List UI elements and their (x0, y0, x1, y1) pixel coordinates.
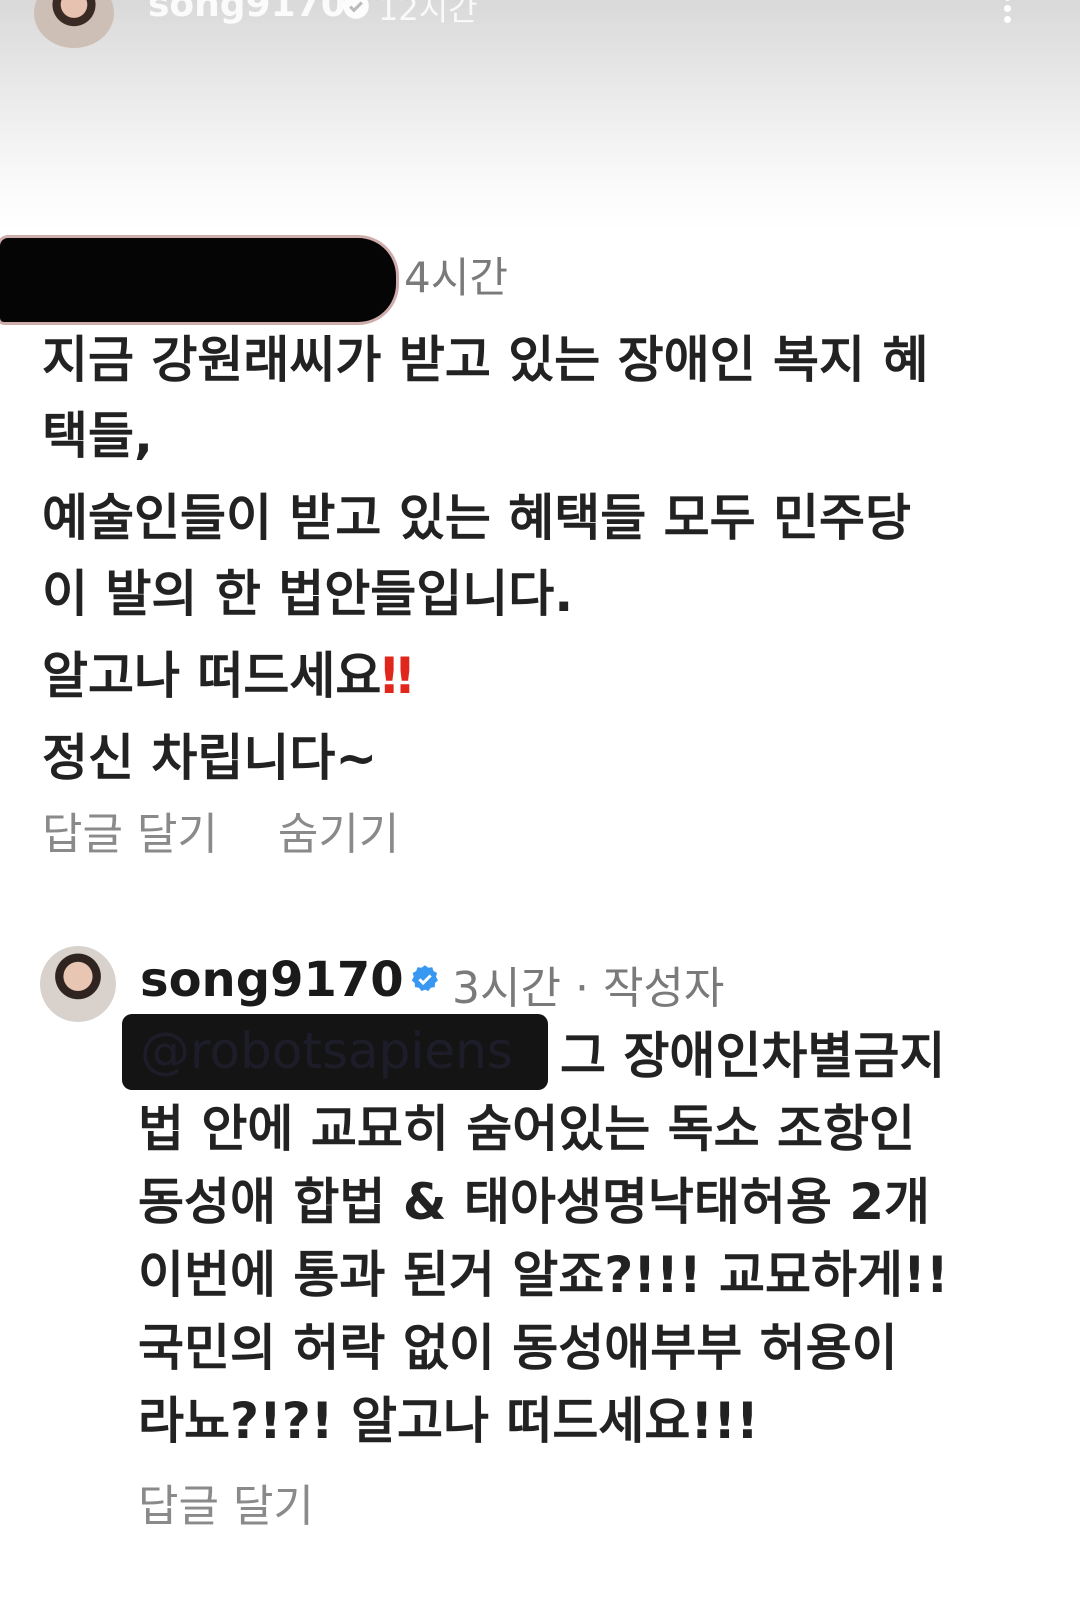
comment-line: 이번에 통과 된거 알죠?!!! 교묘하게!! (138, 1246, 949, 1304)
double-exclamation-icon: ‼ (381, 647, 412, 705)
comment-line: 국민의 허락 없이 동성애부부 허용이 (138, 1319, 898, 1377)
verified-badge-icon (411, 965, 438, 991)
comment-line: 동성애 합법 & 태아생명낙태허용 2개 (138, 1173, 931, 1231)
comment-line: 이 발의 한 법안들입니다. (42, 565, 574, 623)
comment-line: 예술인들이 받고 있는 혜택들 모두 민주당 (42, 489, 912, 547)
redacted-username (0, 238, 396, 322)
story-username[interactable]: song9170 (148, 0, 346, 25)
comment-line: 라뇨?!?! 알고나 떠드세요!!! (138, 1392, 759, 1450)
comment-actions: 답글 달기 숨기기 (42, 798, 445, 862)
comment-line: 지금 강원래씨가 받고 있는 장애인 복지 혜 (42, 331, 929, 389)
comment-line: 그 장애인차별금지 (560, 1027, 946, 1085)
comment-line: 정신 차립니다~ (42, 729, 378, 787)
comment-line: 법 안에 교묘히 숨어있는 독소 조항인 (138, 1100, 916, 1158)
avatar[interactable] (34, 0, 114, 48)
more-options-icon[interactable] (1000, 0, 1014, 24)
comment-text: 그 장애인차별금지 법 안에 교묘히 숨어있는 독소 조항인 동성애 합법 & … (138, 1020, 1038, 1458)
comment-meta: 3시간 · 작성자 (452, 952, 724, 1016)
reply-button[interactable]: 답글 달기 (42, 809, 218, 860)
comment-time: 3시간 (452, 963, 561, 1014)
comment-time: 4시간 (404, 253, 509, 302)
story-time: 12시간 (378, 0, 478, 28)
comment-text: 지금 강원래씨가 받고 있는 장애인 복지 혜 택들, 예술인들이 받고 있는 … (42, 322, 1022, 796)
comment-line-text: 알고나 떠드세요 (42, 647, 382, 705)
story-header: song9170 12시간 (0, 0, 1080, 230)
comment-line: 알고나 떠드세요‼ (42, 638, 1022, 714)
verified-badge-icon (343, 0, 369, 19)
author-label: · 작성자 (574, 963, 725, 1014)
reply-button[interactable]: 답글 달기 (138, 1470, 314, 1534)
hide-button[interactable]: 숨기기 (278, 809, 399, 860)
comment-username[interactable]: song9170 (140, 952, 404, 1008)
comment-line: 택들, (42, 407, 153, 465)
avatar[interactable] (40, 946, 116, 1022)
